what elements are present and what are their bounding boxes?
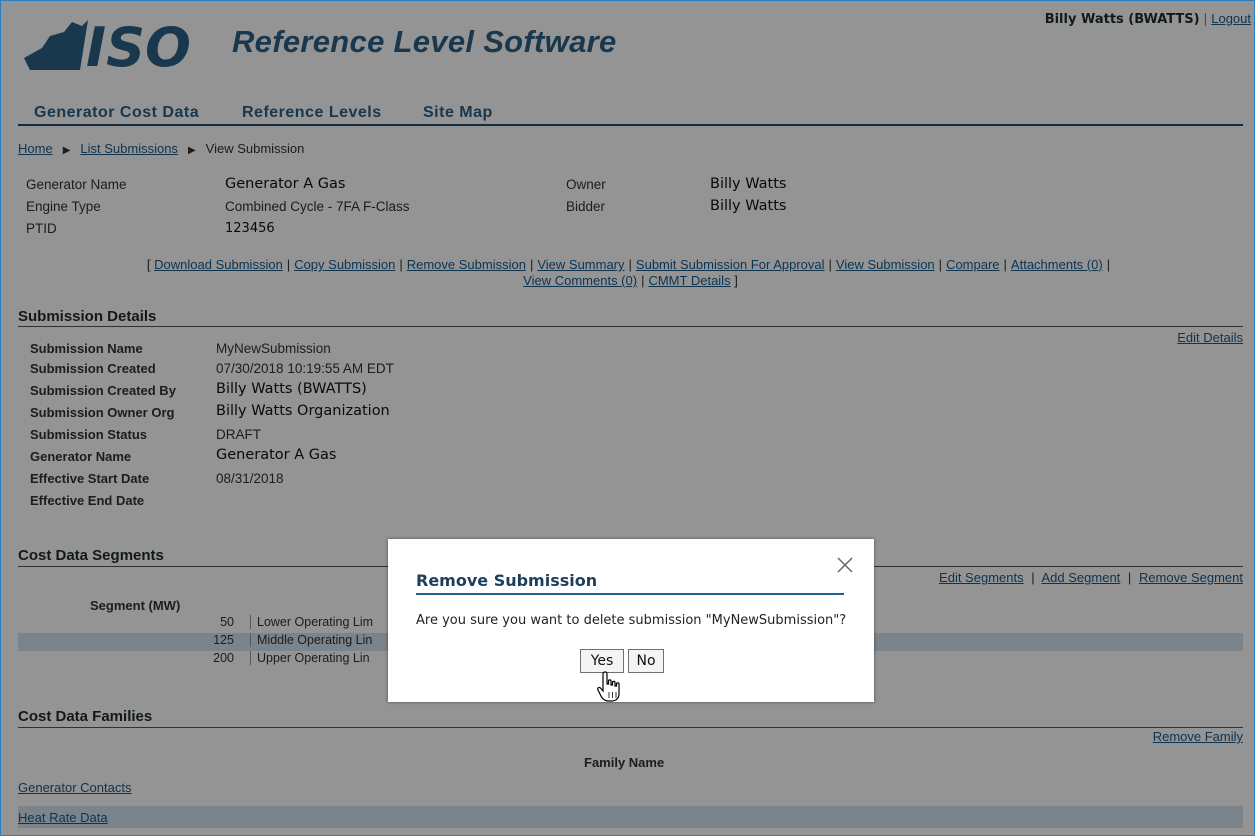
dialog-message: Are you sure you want to delete submissi… bbox=[416, 613, 847, 628]
hand-cursor-icon bbox=[597, 671, 620, 702]
page: ISO Reference Level Software Billy Watts… bbox=[0, 0, 1255, 836]
modal-overlay[interactable] bbox=[0, 0, 1255, 836]
dialog-title-rule bbox=[416, 593, 844, 595]
no-button[interactable]: No bbox=[628, 649, 664, 673]
remove-submission-dialog: Remove Submission Are you sure you want … bbox=[388, 539, 874, 702]
dialog-title: Remove Submission bbox=[416, 571, 598, 590]
close-icon[interactable] bbox=[835, 555, 855, 575]
